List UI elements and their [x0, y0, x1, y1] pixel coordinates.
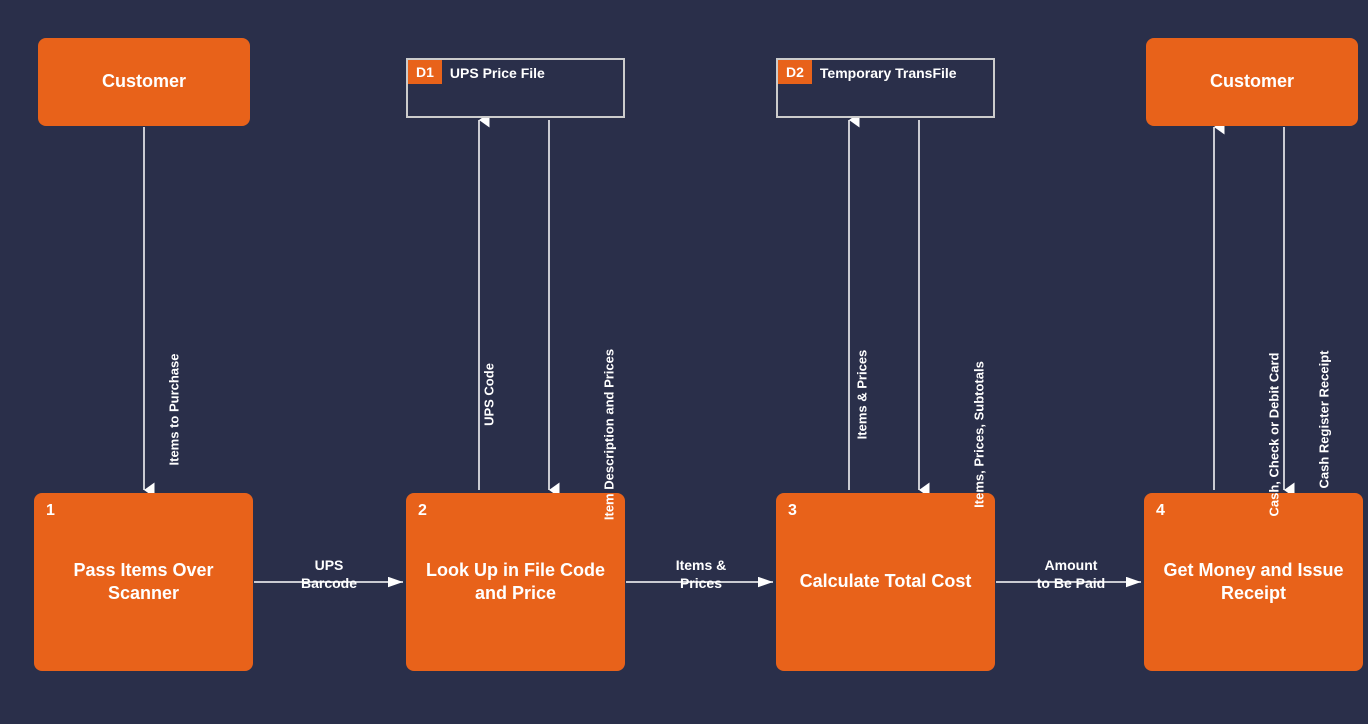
process3-label: Calculate Total Cost [790, 570, 982, 593]
process2-box: 2 Look Up in File Code and Price [406, 493, 625, 671]
d2-id: D2 [778, 60, 812, 84]
d1-datastore: D1 UPS Price File [406, 58, 625, 118]
customer-left-box: Customer [38, 38, 250, 126]
d2-label: Temporary TransFile [812, 60, 965, 86]
label-ups-barcode: UPSBarcode [259, 556, 399, 592]
main-content: Customer Customer D1 UPS Price File D2 T… [14, 12, 1354, 712]
process2-label: Look Up in File Code and Price [406, 559, 625, 606]
d1-label: UPS Price File [442, 60, 553, 86]
process1-label: Pass Items Over Scanner [34, 559, 253, 606]
d1-id: D1 [408, 60, 442, 84]
customer-right-box: Customer [1146, 38, 1358, 126]
process1-number: 1 [46, 501, 55, 522]
d2-datastore: D2 Temporary TransFile [776, 58, 995, 118]
process2-number: 2 [418, 501, 427, 522]
label-cash-check: Cash, Check or Debit Card [1267, 305, 1282, 565]
customer-left-label: Customer [92, 70, 196, 93]
process3-number: 3 [788, 501, 797, 522]
customer-right-label: Customer [1200, 70, 1304, 93]
label-items-prices-h: Items &Prices [631, 556, 771, 592]
process1-box: 1 Pass Items Over Scanner [34, 493, 253, 671]
process3-box: 3 Calculate Total Cost [776, 493, 995, 671]
process4-label: Get Money and Issue Receipt [1144, 559, 1363, 606]
label-cash-register: Cash Register Receipt [1317, 310, 1332, 530]
label-ups-code: UPS Code [482, 315, 497, 475]
label-items-to-purchase: Items to Purchase [167, 310, 182, 510]
process4-number: 4 [1156, 501, 1165, 522]
label-item-desc: Item Description and Prices [602, 305, 617, 565]
label-amount-paid: Amountto Be Paid [1001, 556, 1141, 592]
label-items-prices-subtotals: Items, Prices, Subtotals [972, 305, 987, 565]
diagram-container: Customer Customer D1 UPS Price File D2 T… [0, 0, 1368, 724]
label-items-prices-v: Items & Prices [855, 315, 870, 475]
